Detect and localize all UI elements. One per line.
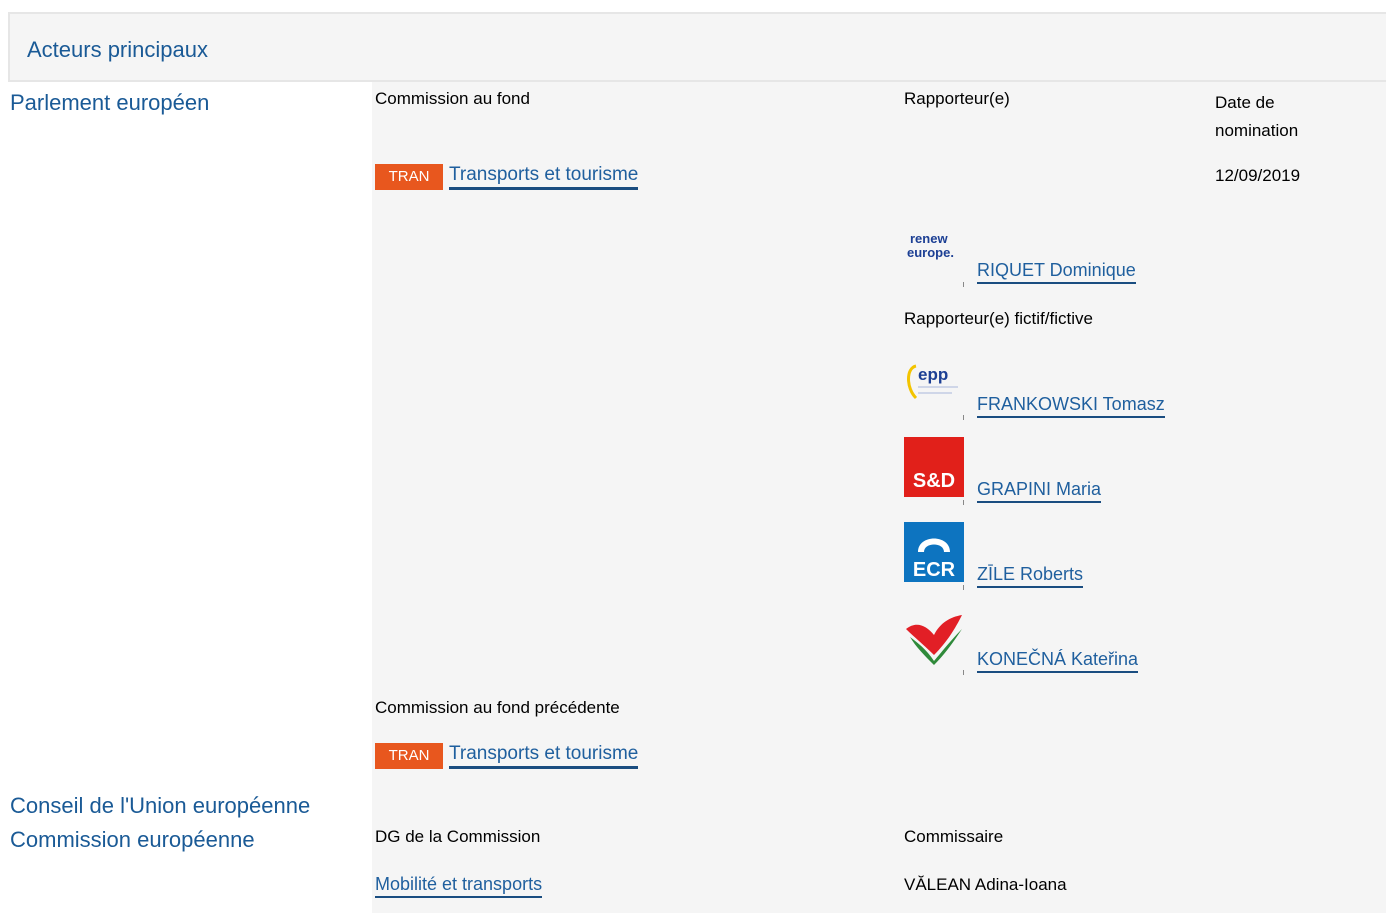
logo-text: epp xyxy=(918,365,948,384)
committee-link[interactable]: Transports et tourisme xyxy=(449,164,639,190)
shadow-rapporteur-link[interactable]: GRAPINI Maria xyxy=(977,478,1102,503)
dg-link[interactable]: Mobilité et transports xyxy=(375,873,543,898)
ecr-logo: ECR xyxy=(904,522,964,582)
date-column-header: Date de nomination xyxy=(1215,93,1299,140)
shadow-rapporteur-link[interactable]: ZĪLE Roberts xyxy=(977,563,1084,588)
commissioner-column-header: Commissaire xyxy=(904,827,1004,846)
gue-ngl-logo xyxy=(904,607,964,667)
separator-dot xyxy=(963,585,964,590)
logo-text: renew xyxy=(910,231,948,246)
separator-dot xyxy=(963,282,964,287)
rapporteur-link[interactable]: RIQUET Dominique xyxy=(977,259,1136,284)
shadow-rapporteur-label: Rapporteur(e) fictif/fictive xyxy=(904,309,1093,328)
previous-committee-link[interactable]: Transports et tourisme xyxy=(449,743,639,769)
rapporteur-column-header: Rapporteur(e) xyxy=(904,89,1010,108)
committee-column-header: Commission au fond xyxy=(375,89,530,108)
dg-column-header: DG de la Commission xyxy=(375,827,541,846)
actors-content-panel xyxy=(372,82,1386,913)
previous-committee-label: Commission au fond précédente xyxy=(375,698,620,717)
shadow-rapporteur-link[interactable]: KONEČNÁ Kateřina xyxy=(977,648,1139,673)
shadow-rapporteur-link[interactable]: FRANKOWSKI Tomasz xyxy=(977,393,1165,418)
logo-text: ECR xyxy=(913,559,956,581)
appointment-date: 12/09/2019 xyxy=(1215,166,1301,185)
logo-text: europe. xyxy=(907,245,954,260)
parliament-label: Parlement européen xyxy=(10,90,210,115)
section-title: Acteurs principaux xyxy=(27,37,208,62)
actors-section-header: Acteurs principaux xyxy=(8,12,1386,82)
council-label: Conseil de l'Union européenne xyxy=(10,793,311,818)
separator-dot xyxy=(963,500,964,505)
previous-committee-badge: TRAN xyxy=(375,743,443,769)
sd-logo: S&D xyxy=(904,437,964,497)
epp-logo: epp xyxy=(904,352,964,412)
commission-label: Commission européenne xyxy=(10,827,255,852)
separator-dot xyxy=(963,670,964,675)
logo-text: S&D xyxy=(913,470,955,492)
commissioner-name: VĂLEAN Adina-Ioana xyxy=(904,875,1067,894)
actors-label-column xyxy=(0,82,372,913)
separator-dot xyxy=(963,415,964,420)
renew-europe-logo: renew europe. xyxy=(904,219,964,279)
committee-badge: TRAN xyxy=(375,164,443,190)
